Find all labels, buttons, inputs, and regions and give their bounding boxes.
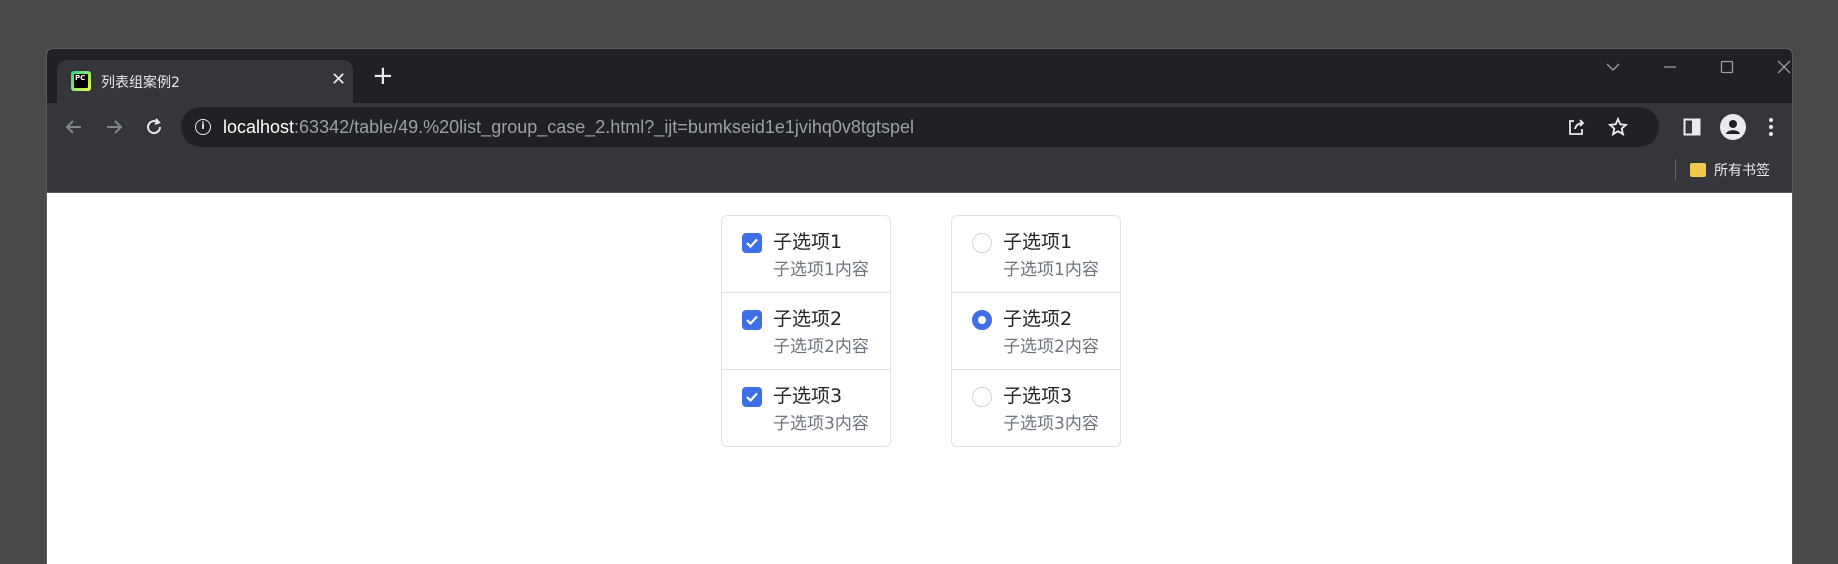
browser-tab[interactable]: PC 列表组案例2 ✕ <box>57 60 353 103</box>
list-item[interactable]: 子选项1 子选项1内容 <box>952 216 1120 293</box>
item-subtitle: 子选项1内容 <box>1003 260 1099 280</box>
list-item[interactable]: 子选项2 子选项2内容 <box>952 293 1120 370</box>
radio-list-group: 子选项1 子选项1内容 子选项2 子选项2内容 子选项3 子选项3内容 <box>951 215 1121 447</box>
list-item[interactable]: 子选项3 子选项3内容 <box>722 370 890 446</box>
item-subtitle: 子选项2内容 <box>1003 337 1099 357</box>
url-host: localhost <box>223 117 295 137</box>
list-item[interactable]: 子选项1 子选项1内容 <box>722 216 890 293</box>
checkbox-checked[interactable] <box>742 233 762 253</box>
list-item[interactable]: 子选项2 子选项2内容 <box>722 293 890 370</box>
maximize-icon[interactable] <box>1707 53 1747 81</box>
site-info-icon[interactable]: i <box>195 119 211 135</box>
reload-icon[interactable] <box>140 113 168 141</box>
menu-kebab-icon[interactable] <box>1757 113 1785 141</box>
share-icon[interactable] <box>1565 116 1587 138</box>
all-bookmarks-button[interactable]: 所有书签 <box>1690 159 1770 181</box>
close-window-icon[interactable] <box>1764 53 1792 81</box>
all-bookmarks-label: 所有书签 <box>1714 163 1770 179</box>
tab-search-chevron-icon[interactable] <box>1593 53 1633 81</box>
forward-icon[interactable] <box>100 113 128 141</box>
url-text[interactable]: localhost:63342/table/49.%20list_group_c… <box>223 116 914 138</box>
bookmark-star-icon[interactable] <box>1607 116 1629 138</box>
list-item[interactable]: 子选项3 子选项3内容 <box>952 370 1120 446</box>
item-subtitle: 子选项3内容 <box>1003 414 1099 434</box>
item-title: 子选项3 <box>1003 385 1073 407</box>
browser-window: PC 列表组案例2 ✕ + i localhost:63342/table/49… <box>46 48 1793 564</box>
tab-strip: PC 列表组案例2 ✕ + <box>47 49 1792 103</box>
tab-title: 列表组案例2 <box>101 75 180 91</box>
back-icon[interactable] <box>60 113 88 141</box>
checkbox-checked[interactable] <box>742 310 762 330</box>
address-bar[interactable]: i localhost:63342/table/49.%20list_group… <box>181 107 1659 147</box>
pycharm-favicon-icon: PC <box>71 71 91 91</box>
minimize-icon[interactable] <box>1650 53 1690 81</box>
folder-icon <box>1690 163 1706 177</box>
item-subtitle: 子选项3内容 <box>773 414 869 434</box>
item-title: 子选项3 <box>773 385 843 407</box>
item-subtitle: 子选项2内容 <box>773 337 869 357</box>
url-path: :63342/table/49.%20list_group_case_2.htm… <box>294 117 914 137</box>
radio-unchecked[interactable] <box>972 233 992 253</box>
bookmarks-bar: 所有书签 <box>47 151 1792 193</box>
radio-checked[interactable] <box>972 310 992 330</box>
item-title: 子选项2 <box>1003 308 1073 330</box>
page-content: 子选项1 子选项1内容 子选项2 子选项2内容 子选项3 子选项3内容 子选项1… <box>47 193 1792 564</box>
radio-unchecked[interactable] <box>972 387 992 407</box>
checkbox-checked[interactable] <box>742 387 762 407</box>
item-subtitle: 子选项1内容 <box>773 260 869 280</box>
item-title: 子选项1 <box>1003 231 1073 253</box>
tab-close-icon[interactable]: ✕ <box>331 70 346 90</box>
side-panel-icon[interactable] <box>1678 113 1706 141</box>
item-title: 子选项2 <box>773 308 843 330</box>
browser-toolbar: i localhost:63342/table/49.%20list_group… <box>47 103 1792 151</box>
bookmarks-divider <box>1675 159 1676 181</box>
new-tab-button[interactable]: + <box>372 63 394 89</box>
profile-avatar-icon[interactable] <box>1719 113 1747 141</box>
checkbox-list-group: 子选项1 子选项1内容 子选项2 子选项2内容 子选项3 子选项3内容 <box>721 215 891 447</box>
item-title: 子选项1 <box>773 231 843 253</box>
